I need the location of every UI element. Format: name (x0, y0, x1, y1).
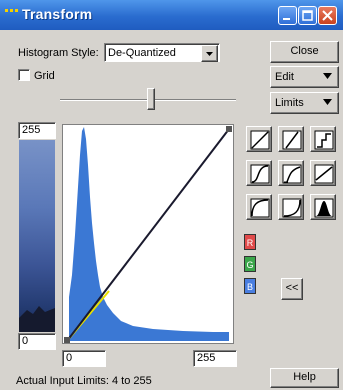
grid-label: Grid (34, 70, 55, 82)
output-gradient-preview (19, 140, 55, 332)
s-curve-icon (250, 164, 270, 184)
curve-step-button[interactable] (310, 126, 336, 152)
linear-curve-icon (250, 130, 270, 150)
histogram-style-value: De-Quantized (108, 47, 176, 59)
curve-contrast-button[interactable] (278, 160, 304, 186)
green-channel-button[interactable]: G (244, 256, 256, 272)
help-button[interactable]: Help (270, 368, 339, 388)
close-icon (322, 10, 333, 21)
contrast-curve-icon (282, 164, 302, 184)
curve-scurve-button[interactable] (246, 160, 272, 186)
histogram-style-dropdown-button[interactable] (201, 45, 218, 62)
curve-gaussian-button[interactable] (310, 194, 336, 220)
minimize-icon (283, 18, 290, 20)
maximize-icon (302, 10, 313, 21)
curve-steep-button[interactable] (278, 126, 304, 152)
exp-curve-icon (282, 198, 302, 218)
minimize-button[interactable] (278, 6, 297, 25)
output-min-field[interactable]: 0 (18, 333, 56, 350)
curve-start-handle[interactable] (64, 337, 70, 343)
step-curve-icon (314, 130, 334, 150)
app-icon (5, 9, 18, 12)
histogram-style-label: Histogram Style: (18, 47, 99, 59)
title-bar[interactable]: Transform (0, 0, 343, 30)
curve-exp-button[interactable] (278, 194, 304, 220)
gaussian-curve-icon (314, 198, 334, 218)
close-button[interactable]: Close (270, 41, 339, 63)
offset-curve-icon (314, 164, 334, 184)
histogram-chart (64, 126, 232, 343)
log-curve-icon (250, 198, 270, 218)
edit-arrow-icon (323, 73, 332, 79)
curve-end-handle[interactable] (226, 126, 232, 132)
grid-checkbox[interactable] (18, 69, 30, 81)
limits-menu-button[interactable]: Limits (270, 92, 339, 114)
red-channel-button[interactable]: R (244, 234, 256, 250)
slider-thumb[interactable] (147, 88, 155, 110)
window-title: Transform (22, 6, 93, 22)
input-min-field[interactable]: 0 (62, 350, 106, 367)
edit-menu-button[interactable]: Edit (270, 66, 339, 88)
chevron-down-icon (206, 52, 213, 56)
curve-linear-button[interactable] (246, 126, 272, 152)
output-max-field[interactable]: 255 (18, 122, 56, 139)
curve-offset-button[interactable] (310, 160, 336, 186)
histogram-style-select[interactable]: De-Quantized (104, 43, 220, 62)
limits-arrow-icon (323, 99, 332, 105)
image-preview-silhouette (19, 306, 55, 332)
input-max-field[interactable]: 255 (193, 350, 237, 367)
blue-channel-button[interactable]: B (244, 278, 256, 294)
maximize-button[interactable] (298, 6, 317, 25)
collapse-button[interactable]: << (281, 278, 303, 300)
curve-log-button[interactable] (246, 194, 272, 220)
steep-curve-icon (282, 130, 302, 150)
close-window-button[interactable] (318, 6, 337, 25)
histogram-plot[interactable] (62, 124, 234, 344)
actual-input-limits-label: Actual Input Limits: 4 to 255 (16, 375, 152, 387)
transform-window: Transform Histogram Style: De-Quantized … (0, 0, 343, 390)
